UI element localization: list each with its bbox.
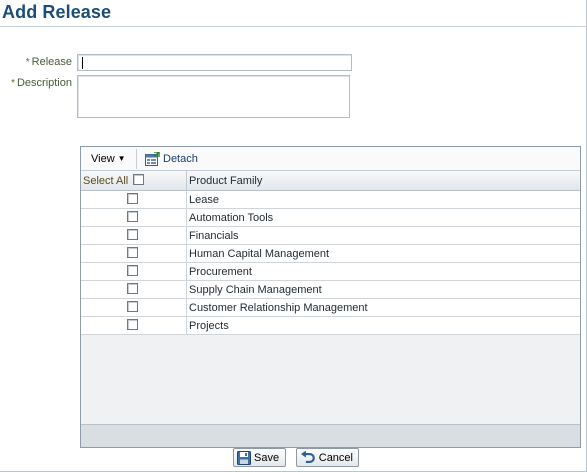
table-row[interactable]: Automation Tools: [81, 209, 580, 227]
title-divider: [0, 26, 587, 27]
toolbar-separator: [136, 149, 137, 169]
row-checkbox[interactable]: [127, 247, 138, 258]
row-checkbox[interactable]: [127, 229, 138, 240]
required-marker: *: [25, 57, 30, 68]
product-family-cell: Automation Tools: [189, 212, 274, 224]
undo-icon: [300, 450, 315, 463]
cancel-label: Cancel: [318, 451, 353, 464]
table-row[interactable]: Supply Chain Management: [81, 281, 580, 299]
column-divider: [186, 299, 187, 317]
table-row[interactable]: Human Capital Management: [81, 245, 580, 263]
product-family-cell: Customer Relationship Management: [189, 302, 368, 314]
column-divider: [186, 191, 187, 209]
page-title: Add Release: [2, 2, 112, 22]
product-family-cell: Procurement: [189, 266, 252, 278]
description-textarea[interactable]: [77, 75, 350, 118]
detach-icon: [145, 151, 160, 166]
product-family-cell: Financials: [189, 230, 239, 242]
detach-label: Detach: [163, 153, 198, 165]
column-divider: [186, 171, 187, 191]
product-family-cell: Supply Chain Management: [189, 284, 322, 296]
row-checkbox[interactable]: [127, 319, 138, 330]
detach-button[interactable]: Detach: [145, 151, 198, 167]
table-status-bar: [81, 424, 580, 447]
view-menu-label: View: [91, 153, 115, 165]
view-menu-button[interactable]: View ▼: [91, 153, 126, 165]
product-family-cell: Human Capital Management: [189, 248, 330, 260]
column-header-product-family[interactable]: Product Family: [189, 175, 262, 187]
table-body: Lease Automation Tools Financials Human …: [81, 191, 580, 335]
product-family-cell: Lease: [189, 194, 219, 206]
chevron-down-icon: ▼: [117, 154, 126, 163]
column-divider: [186, 245, 187, 263]
row-checkbox[interactable]: [127, 265, 138, 276]
column-divider: [186, 317, 187, 335]
column-divider: [186, 209, 187, 227]
save-icon: [237, 450, 251, 465]
table-header-row: Select All Product Family: [81, 171, 580, 191]
description-label-text: Description: [16, 77, 72, 89]
select-all-label: Select All: [83, 175, 129, 187]
release-input[interactable]: [77, 54, 352, 71]
table-toolbar: View ▼ Detach: [81, 147, 580, 171]
release-label-text: Release: [31, 56, 72, 68]
table-row[interactable]: Projects: [81, 317, 580, 335]
table-row[interactable]: Financials: [81, 227, 580, 245]
column-divider: [186, 281, 187, 299]
save-button[interactable]: Save: [233, 448, 286, 467]
row-checkbox[interactable]: [127, 211, 138, 222]
select-all-checkbox[interactable]: [133, 174, 144, 185]
table-row[interactable]: Lease: [81, 191, 580, 209]
save-label: Save: [254, 451, 280, 464]
cancel-button[interactable]: Cancel: [296, 448, 359, 467]
product-family-table: View ▼ Detach Select All Product Family …: [80, 146, 581, 448]
required-marker: *: [11, 78, 15, 89]
table-row[interactable]: Procurement: [81, 263, 580, 281]
row-checkbox[interactable]: [127, 283, 138, 294]
description-label: * Description: [0, 77, 72, 89]
text-caret: [82, 57, 83, 69]
product-family-cell: Projects: [189, 320, 229, 332]
column-divider: [186, 263, 187, 281]
row-checkbox[interactable]: [127, 301, 138, 312]
row-checkbox[interactable]: [127, 193, 138, 204]
release-label: * Release: [0, 56, 72, 68]
column-divider: [186, 227, 187, 245]
table-row[interactable]: Customer Relationship Management: [81, 299, 580, 317]
